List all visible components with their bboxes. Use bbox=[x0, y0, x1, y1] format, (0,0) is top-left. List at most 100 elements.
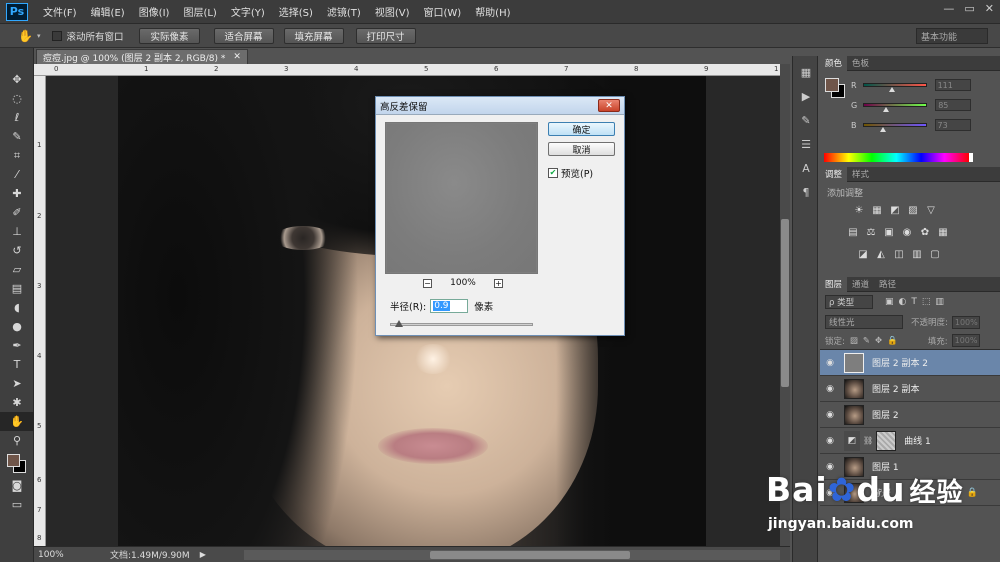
lock-transparent-icon[interactable]: ▨ bbox=[850, 336, 858, 346]
blue-slider[interactable] bbox=[862, 123, 927, 132]
radius-value[interactable]: 0.9 bbox=[433, 301, 450, 311]
quick-select-tool-icon[interactable]: ✎ bbox=[0, 127, 34, 146]
layer-row[interactable]: ◉ 图层 2 副本 2 bbox=[820, 350, 1000, 376]
character-icon[interactable]: A bbox=[793, 156, 819, 180]
zoom-tool-icon[interactable]: ⚲ bbox=[0, 431, 34, 450]
cancel-button[interactable]: 取消 bbox=[548, 142, 615, 156]
fit-screen-button[interactable]: 适合屏幕 bbox=[213, 27, 274, 44]
scroll-all-windows-checkbox[interactable]: 滚动所有窗口 bbox=[52, 29, 123, 43]
color-swatches[interactable] bbox=[0, 450, 33, 476]
fill-value[interactable]: 100% bbox=[951, 334, 980, 347]
tab-swatches[interactable]: 色板 bbox=[847, 56, 874, 71]
dialog-close-button[interactable]: ✕ bbox=[598, 99, 620, 112]
red-value[interactable]: 111 bbox=[934, 79, 971, 91]
properties-icon[interactable]: ☰ bbox=[793, 132, 819, 156]
tab-layers[interactable]: 图层 bbox=[820, 276, 848, 292]
hand-tool-icon[interactable]: ✋ bbox=[0, 412, 34, 431]
tab-adjustments[interactable]: 调整 bbox=[820, 166, 848, 182]
document-tab[interactable]: 痘痘.jpg @ 100% (图层 2 副本 2, RGB/8) * ✕ bbox=[36, 49, 248, 64]
visibility-eye-icon[interactable]: ◉ bbox=[820, 384, 840, 394]
menu-select[interactable]: 选择(S) bbox=[272, 4, 320, 19]
levels-icon[interactable]: ▦ bbox=[870, 204, 884, 217]
quick-mask-icon[interactable]: ◙ bbox=[0, 476, 34, 495]
type-tool-icon[interactable]: T bbox=[0, 355, 34, 374]
history-icon[interactable]: ▦ bbox=[793, 60, 819, 84]
channel-mixer-icon[interactable]: ✿ bbox=[918, 226, 932, 239]
blur-tool-icon[interactable]: ◖ bbox=[0, 298, 34, 317]
close-tab-icon[interactable]: ✕ bbox=[233, 52, 241, 62]
brightness-icon[interactable]: ☀ bbox=[852, 204, 866, 217]
screen-mode-icon[interactable]: ▭ bbox=[0, 495, 34, 514]
maximize-button[interactable]: ▭ bbox=[964, 2, 974, 15]
green-slider-marker[interactable] bbox=[883, 107, 890, 112]
menu-edit[interactable]: 编辑(E) bbox=[84, 4, 132, 19]
filter-shape-icon[interactable]: ⬚ bbox=[922, 297, 931, 307]
tab-color[interactable]: 颜色 bbox=[820, 55, 848, 71]
brush-presets-icon[interactable]: ✎ bbox=[793, 108, 819, 132]
checkbox-box[interactable] bbox=[52, 30, 63, 41]
shape-tool-icon[interactable]: ✱ bbox=[0, 393, 34, 412]
filter-pixel-icon[interactable]: ▣ bbox=[885, 297, 894, 307]
actual-pixels-button[interactable]: 实际像素 bbox=[139, 27, 200, 44]
minimize-button[interactable]: — bbox=[943, 2, 954, 15]
layer-row[interactable]: ◉ 图层 2 副本 bbox=[820, 376, 1000, 402]
photo-filter-icon[interactable]: ◉ bbox=[900, 226, 914, 239]
zoom-out-button[interactable]: − bbox=[423, 278, 432, 288]
foreground-color-swatch[interactable] bbox=[7, 454, 20, 467]
filter-type-icon[interactable]: T bbox=[911, 297, 917, 307]
tab-channels[interactable]: 通道 bbox=[847, 277, 874, 292]
threshold-icon[interactable]: ◫ bbox=[892, 248, 906, 261]
brush-tool-icon[interactable]: ✐ bbox=[0, 203, 34, 222]
path-select-tool-icon[interactable]: ➤ bbox=[0, 374, 34, 393]
exposure-icon[interactable]: ▨ bbox=[906, 204, 920, 217]
fill-screen-button[interactable]: 填充屏幕 bbox=[283, 27, 344, 44]
print-size-button[interactable]: 打印尺寸 bbox=[355, 27, 416, 44]
visibility-eye-icon[interactable]: ◉ bbox=[820, 410, 840, 420]
marquee-tool-icon[interactable]: ◌ bbox=[0, 89, 34, 108]
menu-type[interactable]: 文字(Y) bbox=[224, 4, 272, 19]
gradient-tool-icon[interactable]: ▤ bbox=[0, 279, 34, 298]
lasso-tool-icon[interactable]: ℓ bbox=[0, 108, 34, 127]
color-spectrum-white[interactable] bbox=[969, 153, 973, 162]
gradient-map-icon[interactable]: ▢ bbox=[928, 248, 942, 261]
curves-icon[interactable]: ◩ bbox=[888, 204, 902, 217]
selective-color-icon[interactable]: ▥ bbox=[910, 248, 924, 261]
lock-pixels-icon[interactable]: ✎ bbox=[863, 336, 870, 346]
lock-position-icon[interactable]: ✥ bbox=[875, 336, 882, 346]
menu-help[interactable]: 帮助(H) bbox=[468, 4, 517, 19]
vibrance-icon[interactable]: ▽ bbox=[924, 204, 938, 217]
history-brush-tool-icon[interactable]: ↺ bbox=[0, 241, 34, 260]
tool-preset-chevron-icon[interactable]: ▾ bbox=[37, 32, 41, 40]
close-button[interactable]: ✕ bbox=[985, 2, 994, 15]
red-slider[interactable] bbox=[862, 83, 927, 92]
healing-brush-tool-icon[interactable]: ✚ bbox=[0, 184, 34, 203]
opacity-value[interactable]: 100% bbox=[951, 315, 980, 329]
paragraph-icon[interactable]: ¶ bbox=[793, 180, 819, 204]
link-icon[interactable]: ⛓ bbox=[863, 436, 873, 445]
color-balance-icon[interactable]: ⚖ bbox=[864, 226, 878, 239]
move-tool-icon[interactable]: ✥ bbox=[0, 70, 34, 89]
crop-tool-icon[interactable]: ⌗ bbox=[0, 146, 34, 165]
tab-styles[interactable]: 样式 bbox=[847, 167, 874, 182]
zoom-in-button[interactable]: + bbox=[493, 278, 503, 288]
visibility-eye-icon[interactable]: ◉ bbox=[820, 436, 840, 446]
dialog-preview[interactable] bbox=[385, 122, 538, 274]
black-white-icon[interactable]: ▣ bbox=[882, 226, 896, 239]
menu-window[interactable]: 窗口(W) bbox=[416, 4, 468, 19]
horizontal-scrollbar-thumb[interactable] bbox=[430, 551, 630, 559]
hue-saturation-icon[interactable]: ▤ bbox=[846, 226, 860, 239]
clone-stamp-tool-icon[interactable]: ⊥ bbox=[0, 222, 34, 241]
workspace-select[interactable]: 基本功能 bbox=[916, 28, 988, 44]
menu-image[interactable]: 图像(I) bbox=[132, 4, 177, 19]
blue-value[interactable]: 73 bbox=[934, 119, 971, 131]
red-slider-marker[interactable] bbox=[888, 87, 895, 92]
layer-row[interactable]: ◉ 图层 2 bbox=[820, 402, 1000, 428]
blue-slider-marker[interactable] bbox=[879, 127, 886, 132]
lock-all-icon[interactable]: 🔒 bbox=[887, 336, 898, 346]
dodge-tool-icon[interactable]: ● bbox=[0, 317, 34, 336]
preview-checkbox-box[interactable]: ✔ bbox=[548, 168, 558, 178]
invert-icon[interactable]: ◪ bbox=[856, 248, 870, 261]
menu-file[interactable]: 文件(F) bbox=[36, 4, 84, 19]
green-slider[interactable] bbox=[863, 103, 928, 112]
blend-mode-select[interactable]: 线性光 bbox=[825, 315, 903, 329]
